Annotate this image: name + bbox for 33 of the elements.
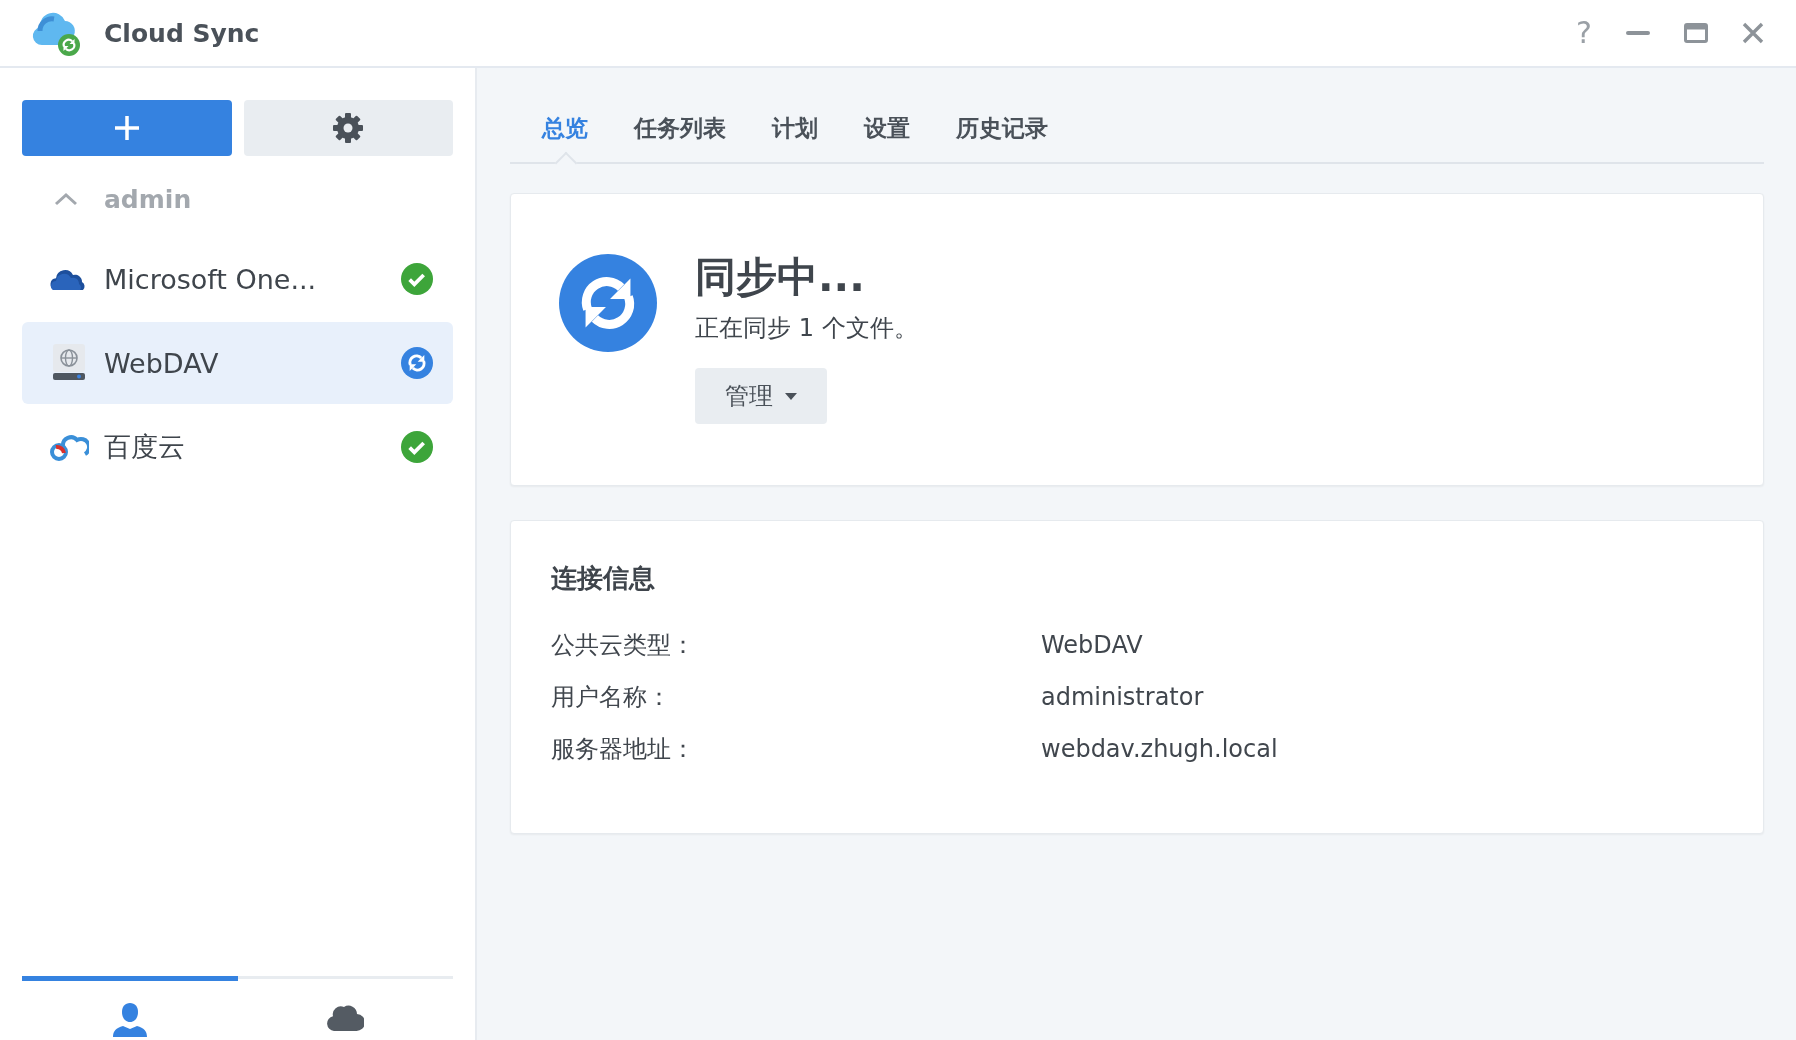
tab[interactable]: 设置 xyxy=(848,94,926,162)
close-icon[interactable] xyxy=(1742,22,1764,44)
section-heading: 连接信息 xyxy=(551,562,656,595)
field-value: administrator xyxy=(1041,682,1205,712)
status-message: 正在同步 1 个文件。 xyxy=(695,313,918,344)
tab[interactable]: 任务列表 xyxy=(618,94,742,162)
field-label: 公共云类型： xyxy=(551,630,696,660)
settings-button[interactable] xyxy=(243,100,453,156)
tab[interactable]: 历史记录 xyxy=(940,94,1064,162)
bottom-tab[interactable] xyxy=(22,976,238,1040)
server-globe-icon xyxy=(52,344,86,382)
field-value: WebDAV xyxy=(1041,630,1144,660)
field-value: webdav.zhugh.local xyxy=(1041,734,1279,764)
sync-task-item[interactable]: Microsoft One... xyxy=(22,238,453,320)
task-name: WebDAV xyxy=(104,347,220,379)
settings-icon xyxy=(332,112,365,144)
field-label: 用户名称： xyxy=(551,682,672,712)
maximize-icon[interactable] xyxy=(1684,23,1708,43)
manage-button[interactable]: 管理 xyxy=(695,368,827,424)
user-icon xyxy=(111,1001,148,1037)
app-title: Cloud Sync xyxy=(104,18,260,48)
minimize-icon[interactable] xyxy=(1626,31,1650,35)
plus-icon xyxy=(113,115,140,141)
status-title: 同步中... xyxy=(695,257,865,298)
sync-task-item[interactable]: WebDAV xyxy=(22,322,453,404)
caret-down-icon xyxy=(785,392,797,400)
tab[interactable]: 计划 xyxy=(756,94,834,162)
task-name: Microsoft One... xyxy=(104,263,318,295)
sync-task-item[interactable]: 百度云 xyxy=(22,406,453,488)
field-label: 服务器地址： xyxy=(551,734,696,764)
account-name: admin xyxy=(104,184,192,214)
linked-rings-icon xyxy=(49,432,89,462)
task-name: 百度云 xyxy=(104,430,186,464)
